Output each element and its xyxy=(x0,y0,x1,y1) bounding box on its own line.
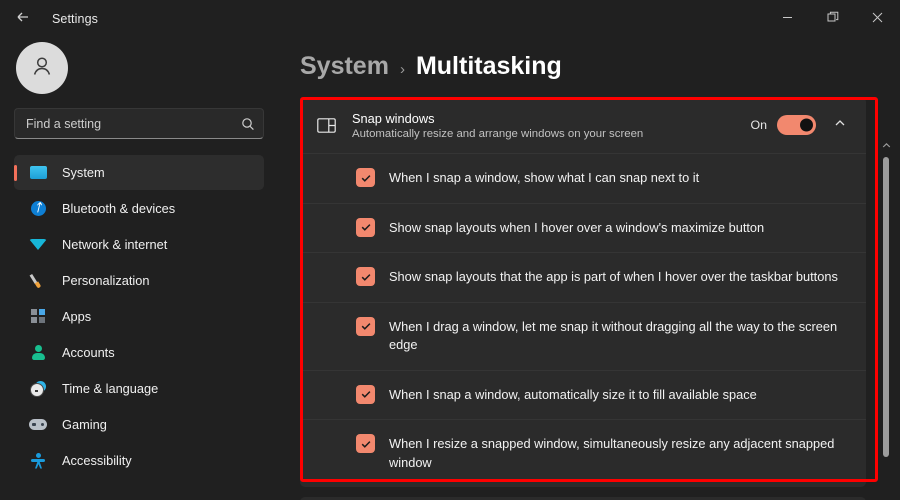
avatar[interactable] xyxy=(16,42,68,94)
sidebar-item-system[interactable]: System xyxy=(14,155,264,190)
search-input[interactable] xyxy=(26,116,241,131)
toggle-knob xyxy=(800,118,813,132)
checkbox-checked[interactable] xyxy=(356,267,375,287)
content-scrollbar[interactable] xyxy=(880,38,892,500)
checkbox-checked[interactable] xyxy=(356,434,375,454)
sidebar-item-label: Accessibility xyxy=(62,453,132,468)
sidebar-item-label: Network & internet xyxy=(62,237,168,252)
clock-icon xyxy=(27,380,49,398)
snap-windows-card: Snap windows Automatically resize and ar… xyxy=(300,97,866,488)
avatar-row xyxy=(14,38,264,108)
snap-option-label: When I resize a snapped window, simultan… xyxy=(389,436,835,470)
back-button[interactable] xyxy=(6,4,40,34)
apps-grid-icon xyxy=(27,308,49,326)
bluetooth-icon: ᛏ xyxy=(27,200,49,218)
person-icon xyxy=(27,344,49,362)
sidebar-item-personalization[interactable]: Personalization xyxy=(14,263,264,298)
checkbox-checked[interactable] xyxy=(356,384,375,404)
snap-option-row[interactable]: Show snap layouts when I hover over a wi… xyxy=(300,202,866,253)
scrollbar-track[interactable] xyxy=(883,157,889,500)
close-button[interactable] xyxy=(855,0,900,38)
snap-option-label: Show snap layouts that the app is part o… xyxy=(389,269,838,285)
scroll-up-arrow-icon[interactable] xyxy=(882,136,891,154)
checkbox-checked[interactable] xyxy=(356,316,375,336)
sidebar-item-time-language[interactable]: Time & language xyxy=(14,371,264,406)
restore-icon xyxy=(827,10,839,28)
snap-layout-icon xyxy=(314,117,338,133)
sidebar-item-label: Bluetooth & devices xyxy=(62,201,176,216)
window-controls xyxy=(765,0,900,38)
snap-option-row[interactable]: Show snap layouts that the app is part o… xyxy=(300,252,866,302)
breadcrumb: System › Multitasking xyxy=(300,38,900,97)
gamepad-icon xyxy=(27,416,49,434)
minimize-button[interactable] xyxy=(765,0,810,38)
sidebar-item-label: System xyxy=(62,165,105,180)
sidebar-item-label: Personalization xyxy=(62,273,150,288)
window-title: Settings xyxy=(52,12,98,26)
snap-windows-title: Snap windows xyxy=(352,110,435,126)
snap-option-label: Show snap layouts when I hover over a wi… xyxy=(389,219,765,235)
monitor-icon xyxy=(27,164,49,182)
restore-button[interactable] xyxy=(810,0,855,38)
search-icon xyxy=(241,117,255,131)
breadcrumb-parent-link[interactable]: System xyxy=(300,52,389,81)
settings-cards: Snap windows Automatically resize and ar… xyxy=(300,97,900,500)
snap-option-row[interactable]: When I resize a snapped window, simultan… xyxy=(300,419,866,487)
paintbrush-icon xyxy=(27,272,49,290)
sidebar-item-accessibility[interactable]: Accessibility xyxy=(14,443,264,478)
expand-collapse-button[interactable] xyxy=(826,111,854,139)
chevron-right-icon: › xyxy=(399,61,405,78)
window-body: System ᛏ Bluetooth & devices Network & i… xyxy=(0,38,900,500)
snap-option-row[interactable]: When I drag a window, let me snap it wit… xyxy=(300,301,866,370)
sidebar-item-label: Apps xyxy=(62,309,92,324)
snap-windows-header[interactable]: Snap windows Automatically resize and ar… xyxy=(300,97,866,153)
chevron-up-icon xyxy=(834,116,846,134)
sidebar-item-accounts[interactable]: Accounts xyxy=(14,335,264,370)
settings-window: Settings Find a setting System ᛏ Bluetoo… xyxy=(0,0,900,500)
sidebar-item-apps[interactable]: Apps xyxy=(14,299,264,334)
minimize-icon xyxy=(782,10,793,28)
snap-toggle-state-label: On xyxy=(750,118,767,132)
search-box[interactable] xyxy=(14,108,264,139)
snap-option-row[interactable]: When I snap a window, show what I can sn… xyxy=(300,153,866,203)
sidebar-item-label: Time & language xyxy=(62,381,159,396)
sidebar-item-label: Gaming xyxy=(62,417,107,432)
snap-option-label: When I drag a window, let me snap it wit… xyxy=(389,318,838,353)
scrollbar-thumb[interactable] xyxy=(883,157,889,457)
person-avatar-icon xyxy=(29,53,55,84)
sidebar: System ᛏ Bluetooth & devices Network & i… xyxy=(0,38,278,500)
snap-windows-texts: Snap windows Automatically resize and ar… xyxy=(352,111,643,140)
snap-option-label: When I snap a window, automatically size… xyxy=(389,386,757,402)
sidebar-item-network-internet[interactable]: Network & internet xyxy=(14,227,264,262)
snap-windows-subtitle: Automatically resize and arrange windows… xyxy=(352,127,644,140)
sidebar-item-gaming[interactable]: Gaming xyxy=(14,407,264,442)
page-title: Multitasking xyxy=(415,52,562,80)
snap-option-row[interactable]: When I snap a window, automatically size… xyxy=(300,369,866,420)
checkbox-checked[interactable] xyxy=(356,217,375,237)
snap-windows-toggle[interactable] xyxy=(777,115,816,135)
arrow-left-icon xyxy=(15,9,31,30)
snap-windows-controls: On xyxy=(750,111,854,139)
sidebar-item-bluetooth-devices[interactable]: ᛏ Bluetooth & devices xyxy=(14,191,264,226)
accessibility-icon xyxy=(27,452,49,470)
sidebar-item-label: Accounts xyxy=(62,345,115,360)
close-icon xyxy=(872,10,883,28)
sidebar-nav: System ᛏ Bluetooth & devices Network & i… xyxy=(14,155,264,478)
checkbox-checked[interactable] xyxy=(356,168,375,187)
wifi-icon xyxy=(27,236,49,254)
snap-option-label: When I snap a window, show what I can sn… xyxy=(389,170,700,185)
title-bar: Settings xyxy=(0,0,900,38)
content-area: System › Multitasking Snap windows Autom… xyxy=(278,38,900,500)
